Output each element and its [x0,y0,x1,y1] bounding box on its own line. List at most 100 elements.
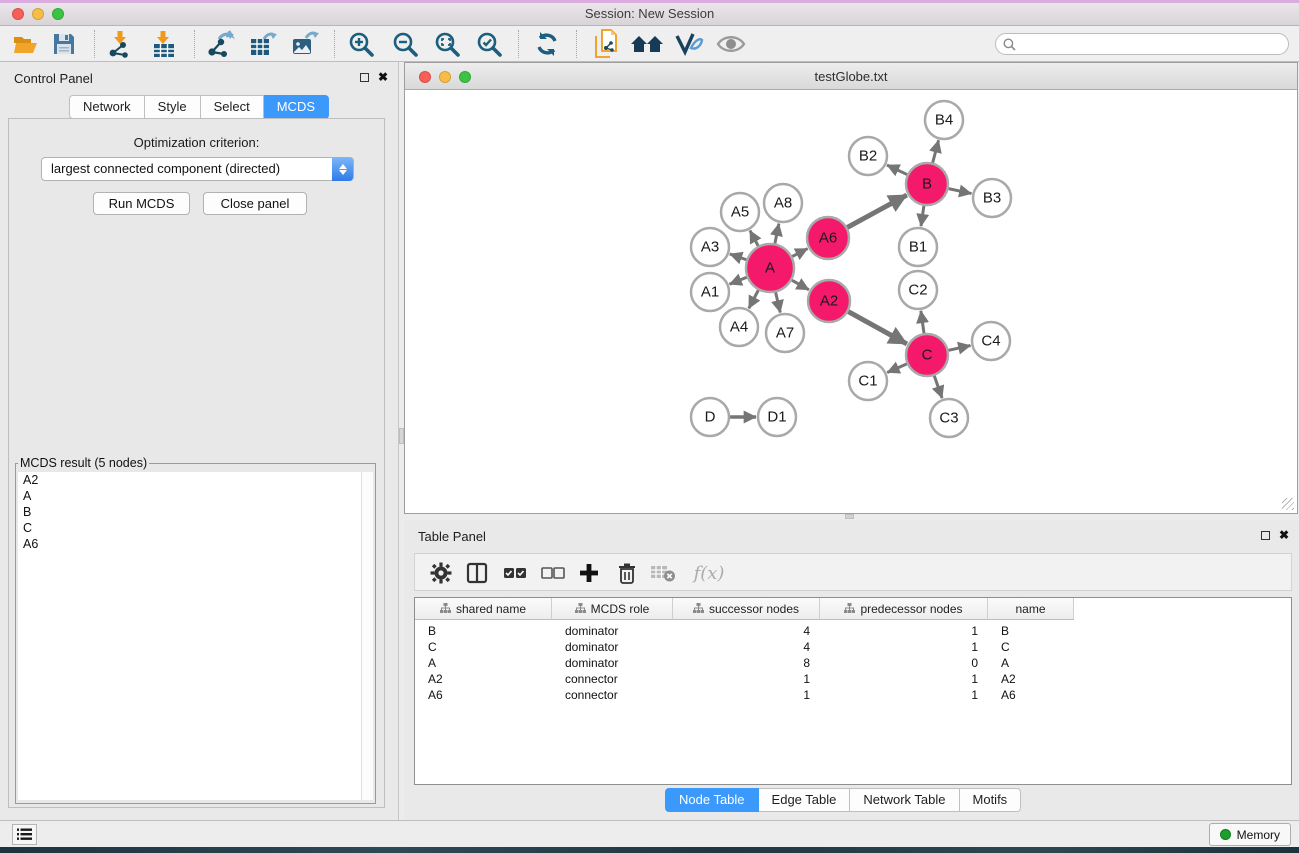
close-panel-icon[interactable]: ✖ [378,71,388,83]
cell-name[interactable]: B [988,623,1074,639]
import-network-icon[interactable] [104,29,138,59]
cell-MCDS-role[interactable]: connector [552,687,673,703]
table-row[interactable]: A2connector11A2 [415,671,1291,687]
edge-C-C1[interactable] [887,364,907,373]
edge-A2-C[interactable] [848,312,907,344]
criterion-select[interactable]: largest connected component (directed) [41,157,354,181]
deselect-all-icon[interactable] [539,559,567,587]
mcds-result-item[interactable]: A2 [18,472,373,488]
graphics-details-icon[interactable] [672,29,706,59]
result-list-scrollbar[interactable] [361,472,373,800]
float-panel-icon[interactable] [360,73,369,82]
open-session-icon[interactable] [8,29,42,59]
export-network-icon[interactable] [204,29,238,59]
cell-MCDS-role[interactable]: dominator [552,639,673,655]
cell-predecessor-nodes[interactable]: 1 [820,623,988,639]
select-all-icon[interactable] [501,559,529,587]
window-resize-grip[interactable] [1282,498,1294,510]
run-mcds-button[interactable]: Run MCDS [93,192,190,215]
zoom-in-icon[interactable] [344,29,378,59]
edge-A-A3[interactable] [730,254,747,260]
network-window-titlebar[interactable]: testGlobe.txt [405,63,1297,90]
cell-shared-name[interactable]: A [415,655,552,671]
edge-C-C3[interactable] [934,376,942,398]
mcds-result-list[interactable]: A2ABCA6 [18,472,373,800]
tab-motifs[interactable]: Motifs [960,788,1022,812]
export-image-icon[interactable] [288,29,322,59]
edge-A-A4[interactable] [749,290,759,308]
table-row[interactable]: A6connector11A6 [415,687,1291,703]
cell-successor-nodes[interactable]: 4 [673,623,820,639]
tab-network-table[interactable]: Network Table [850,788,959,812]
memory-button[interactable]: Memory [1209,823,1291,846]
cell-shared-name[interactable]: C [415,639,552,655]
cell-predecessor-nodes[interactable]: 1 [820,671,988,687]
edge-B-B2[interactable] [887,165,907,175]
close-table-panel-icon[interactable]: ✖ [1279,529,1289,541]
task-history-button[interactable] [12,824,37,845]
column-header-successor-nodes[interactable]: successor nodes [673,598,820,620]
function-builder-icon[interactable]: f(x) [689,559,729,587]
tab-edge-table[interactable]: Edge Table [759,788,851,812]
cell-successor-nodes[interactable]: 1 [673,687,820,703]
zoom-selected-icon[interactable] [472,29,506,59]
cell-predecessor-nodes[interactable]: 1 [820,639,988,655]
close-panel-button[interactable]: Close panel [203,192,307,215]
cell-MCDS-role[interactable]: connector [552,671,673,687]
horizontal-splitter-handle[interactable] [845,514,854,519]
import-table-icon[interactable] [147,29,181,59]
mcds-result-item[interactable]: A [18,488,373,504]
delete-column-trash-icon[interactable] [613,559,641,587]
edge-A-A6[interactable] [792,249,807,257]
cell-successor-nodes[interactable]: 1 [673,671,820,687]
column-header-shared-name[interactable]: shared name [415,598,552,620]
export-table-icon[interactable] [246,29,280,59]
cell-MCDS-role[interactable]: dominator [552,655,673,671]
search-input[interactable] [1020,35,1280,53]
column-header-name[interactable]: name [988,598,1074,620]
cell-name[interactable]: A [988,655,1074,671]
edge-B-B4[interactable] [933,140,939,162]
delete-table-icon[interactable] [649,559,677,587]
cell-successor-nodes[interactable]: 8 [673,655,820,671]
table-row[interactable]: Cdominator41C [415,639,1291,655]
duplicate-network-icon[interactable] [590,29,624,59]
cell-shared-name[interactable]: B [415,623,552,639]
table-row[interactable]: Adominator80A [415,655,1291,671]
column-header-predecessor-nodes[interactable]: predecessor nodes [820,598,988,620]
float-table-panel-icon[interactable] [1261,531,1270,540]
refresh-icon[interactable] [530,29,564,59]
network-canvas[interactable]: B4B2BB3A5A8A6A3AB1A1A2C2A4A7C4C1CC3DD1 [406,90,1296,512]
cell-shared-name[interactable]: A6 [415,687,552,703]
save-session-icon[interactable] [47,29,81,59]
home-networks-icon[interactable] [630,29,664,59]
add-column-icon[interactable] [575,559,603,587]
table-row[interactable]: Bdominator41B [415,623,1291,639]
column-header-MCDS-role[interactable]: MCDS role [552,598,673,620]
tab-network[interactable]: Network [69,95,145,119]
edge-C-C4[interactable] [948,345,970,350]
cell-name[interactable]: C [988,639,1074,655]
mcds-result-item[interactable]: A6 [18,536,373,552]
cell-MCDS-role[interactable]: dominator [552,623,673,639]
cell-predecessor-nodes[interactable]: 0 [820,655,988,671]
cell-name[interactable]: A2 [988,671,1074,687]
edge-A-A5[interactable] [750,231,758,246]
edge-A-A8[interactable] [775,224,779,244]
edge-C-C2[interactable] [921,311,924,333]
tab-node-table[interactable]: Node Table [665,788,759,812]
zoom-out-icon[interactable] [388,29,422,59]
tab-style[interactable]: Style [145,95,201,119]
edge-B-B1[interactable] [921,206,924,226]
cell-predecessor-nodes[interactable]: 1 [820,687,988,703]
cell-shared-name[interactable]: A2 [415,671,552,687]
mcds-result-item[interactable]: C [18,520,373,536]
zoom-fit-icon[interactable] [430,29,464,59]
table-settings-gear-icon[interactable] [427,559,455,587]
column-selector-icon[interactable] [463,559,491,587]
cell-successor-nodes[interactable]: 4 [673,639,820,655]
edge-B-B3[interactable] [949,189,972,194]
tab-select[interactable]: Select [201,95,264,119]
edge-A-A2[interactable] [792,280,809,290]
edge-A-A7[interactable] [776,292,781,312]
